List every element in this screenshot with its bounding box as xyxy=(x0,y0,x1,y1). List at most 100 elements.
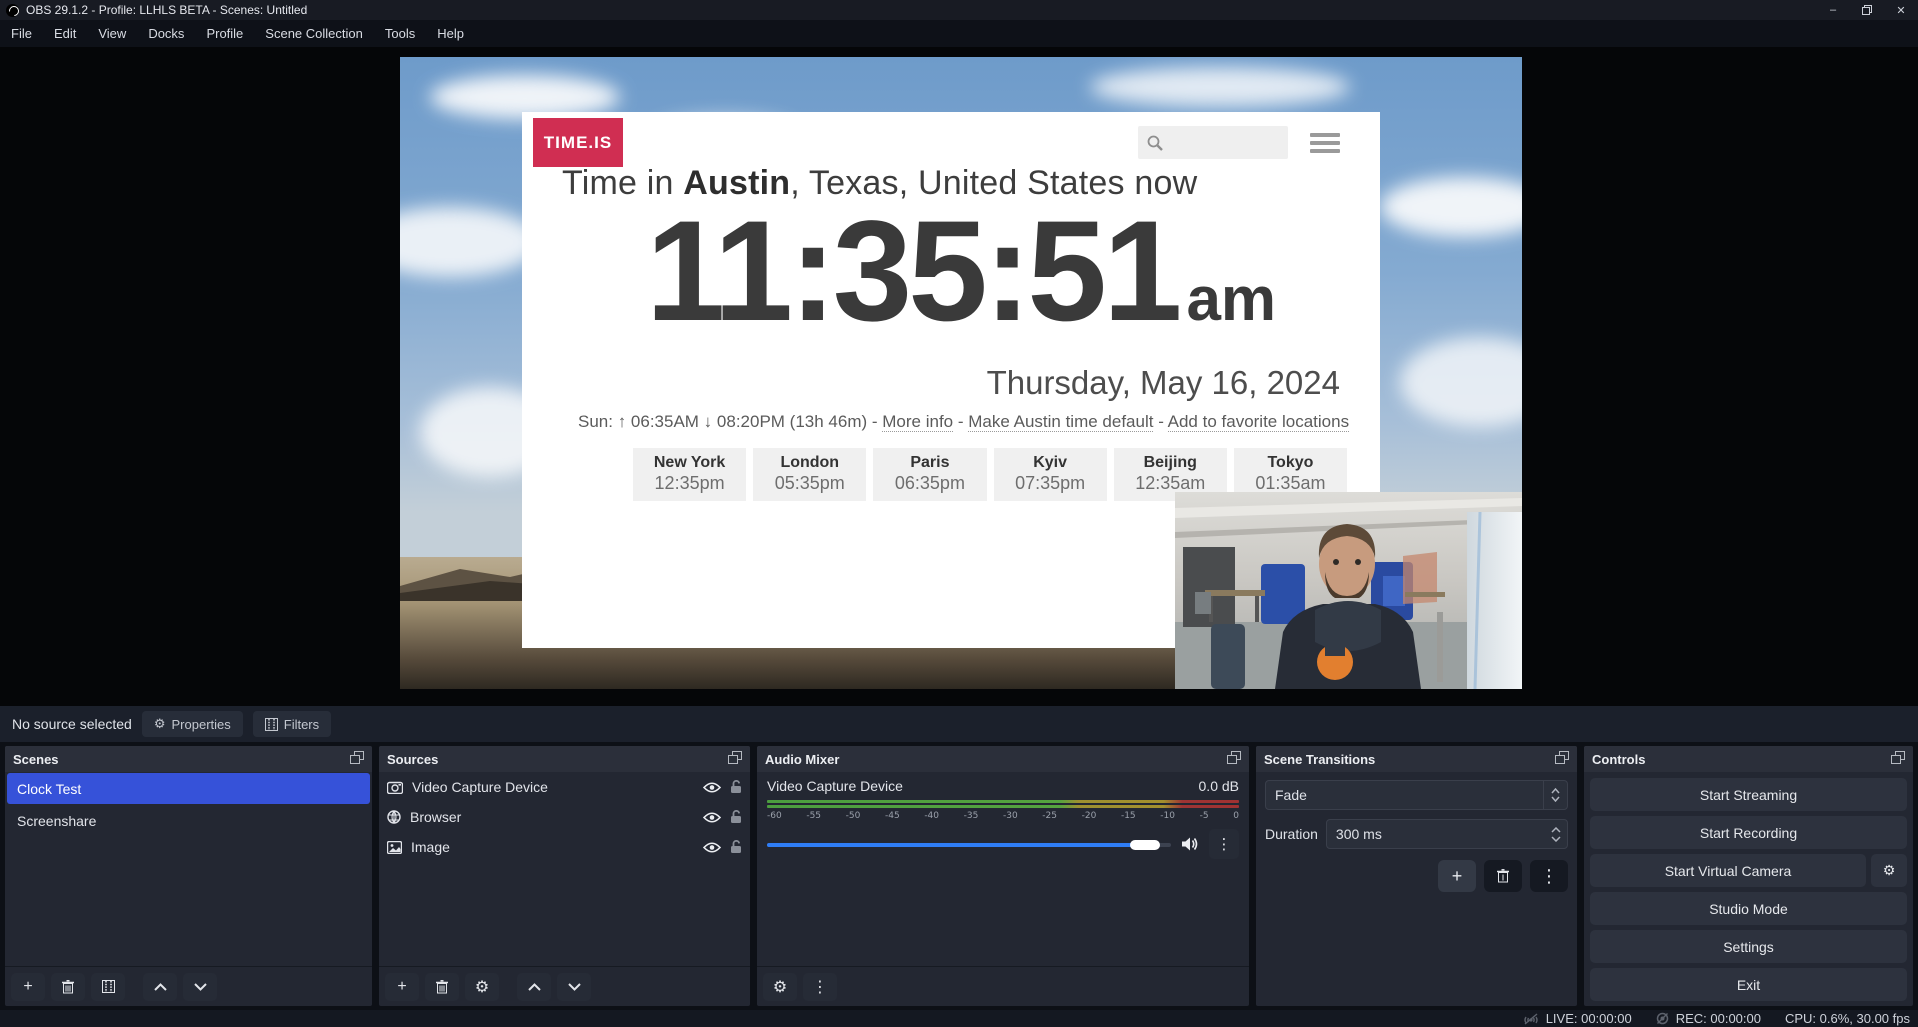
menu-docks[interactable]: Docks xyxy=(137,20,195,47)
visibility-eye-icon[interactable] xyxy=(703,842,721,853)
remove-source-button[interactable] xyxy=(425,973,459,1001)
popout-icon[interactable] xyxy=(350,751,364,767)
mixer-options-button[interactable]: ⋮ xyxy=(803,973,837,1001)
properties-button[interactable]: ⚙ Properties xyxy=(142,711,243,737)
speaker-icon[interactable] xyxy=(1181,836,1199,852)
scenes-panel: Scenes Clock Test Screenshare + xyxy=(5,746,372,1006)
popout-icon[interactable] xyxy=(1555,751,1569,767)
obs-window: OBS 29.1.2 - Profile: LLHLS BETA - Scene… xyxy=(0,0,1918,1027)
chevron-up-icon xyxy=(1551,788,1560,794)
sources-title: Sources xyxy=(387,752,438,767)
gear-icon: ⚙ xyxy=(1883,862,1896,879)
move-source-up-button[interactable] xyxy=(517,973,551,1001)
scene-item-screenshare[interactable]: Screenshare xyxy=(7,805,370,836)
start-recording-button[interactable]: Start Recording xyxy=(1590,816,1907,849)
add-scene-button[interactable]: + xyxy=(11,973,45,1001)
transition-select[interactable]: Fade xyxy=(1265,780,1568,810)
chevron-up-icon xyxy=(528,983,541,991)
lock-open-icon[interactable] xyxy=(730,840,742,854)
studio-mode-button[interactable]: Studio Mode xyxy=(1590,892,1907,925)
chevron-down-icon xyxy=(1551,796,1560,802)
scene-filters-button[interactable] xyxy=(91,973,125,1001)
close-button[interactable]: ✕ xyxy=(1884,0,1918,20)
volume-slider[interactable] xyxy=(767,833,1171,855)
menu-tools[interactable]: Tools xyxy=(374,20,426,47)
menu-edit[interactable]: Edit xyxy=(43,20,87,47)
virtual-camera-config-button[interactable]: ⚙ xyxy=(1871,854,1907,887)
popout-icon[interactable] xyxy=(1891,751,1905,767)
source-item-browser[interactable]: Browser xyxy=(379,802,750,832)
stream-inactive-icon xyxy=(1523,1013,1539,1025)
current-date: Thursday, May 16, 2024 xyxy=(987,364,1340,402)
webcam-overlay[interactable] xyxy=(1175,492,1522,689)
source-item-image[interactable]: Image xyxy=(379,832,750,862)
sources-toolbar: + ⚙ xyxy=(379,966,750,1006)
visibility-eye-icon[interactable] xyxy=(703,812,721,823)
city-kyiv[interactable]: Kyiv07:35pm xyxy=(994,448,1107,501)
filter-icon xyxy=(265,718,278,731)
move-source-down-button[interactable] xyxy=(557,973,591,1001)
rec-time: REC: 00:00:00 xyxy=(1676,1011,1761,1026)
filter-icon xyxy=(102,980,115,993)
lock-open-icon[interactable] xyxy=(730,780,742,794)
start-virtual-camera-button[interactable]: Start Virtual Camera xyxy=(1590,854,1866,887)
lock-open-icon[interactable] xyxy=(730,810,742,824)
channel-options-button[interactable]: ⋮ xyxy=(1209,829,1239,859)
cloud xyxy=(1090,67,1350,107)
cloud xyxy=(400,207,540,277)
menu-profile[interactable]: Profile xyxy=(195,20,254,47)
duration-spinbox[interactable]: 300 ms xyxy=(1326,819,1568,849)
search-icon xyxy=(1146,134,1164,152)
chevron-down-icon xyxy=(568,983,581,991)
mixer-toolbar: ⚙ ⋮ xyxy=(757,966,1249,1006)
webcam-video xyxy=(1175,492,1522,689)
minimize-button[interactable]: – xyxy=(1816,0,1850,20)
start-streaming-button[interactable]: Start Streaming xyxy=(1590,778,1907,811)
filters-button[interactable]: Filters xyxy=(253,711,331,737)
city-paris[interactable]: Paris06:35pm xyxy=(873,448,986,501)
trash-icon xyxy=(62,980,74,994)
add-favorite-link[interactable]: Add to favorite locations xyxy=(1168,412,1349,432)
preview-canvas[interactable]: TIME.IS Time in Austin, Texas, United St… xyxy=(0,47,1918,706)
chevron-up-icon[interactable] xyxy=(1551,827,1561,833)
menu-file[interactable]: File xyxy=(0,20,43,47)
move-scene-down-button[interactable] xyxy=(183,973,217,1001)
add-source-button[interactable]: + xyxy=(385,973,419,1001)
remove-scene-button[interactable] xyxy=(51,973,85,1001)
more-info-link[interactable]: More info xyxy=(882,412,953,432)
scene-preview[interactable]: TIME.IS Time in Austin, Texas, United St… xyxy=(400,57,1522,689)
move-scene-up-button[interactable] xyxy=(143,973,177,1001)
menu-scene-collection[interactable]: Scene Collection xyxy=(254,20,374,47)
source-properties-button[interactable]: ⚙ xyxy=(465,973,499,1001)
scenes-title: Scenes xyxy=(13,752,59,767)
window-title: OBS 29.1.2 - Profile: LLHLS BETA - Scene… xyxy=(26,3,307,17)
city-newyork[interactable]: New York12:35pm xyxy=(633,448,746,501)
dock-area: Scenes Clock Test Screenshare + xyxy=(0,742,1918,1010)
visibility-eye-icon[interactable] xyxy=(703,782,721,793)
transition-options-button[interactable]: ⋮ xyxy=(1530,860,1568,892)
volume-slider-handle[interactable] xyxy=(1130,840,1160,850)
menu-help[interactable]: Help xyxy=(426,20,475,47)
chevron-down-icon[interactable] xyxy=(1551,836,1561,842)
menu-view[interactable]: View xyxy=(87,20,137,47)
exit-button[interactable]: Exit xyxy=(1590,968,1907,1001)
add-transition-button[interactable]: + xyxy=(1438,860,1476,892)
controls-panel: Controls Start Streaming Start Recording… xyxy=(1584,746,1913,1006)
make-default-link[interactable]: Make Austin time default xyxy=(968,412,1153,432)
popout-icon[interactable] xyxy=(1227,751,1241,767)
remove-transition-button[interactable] xyxy=(1484,860,1522,892)
scene-item-clock-test[interactable]: Clock Test xyxy=(7,773,370,804)
digital-clock: 11:35:51am xyxy=(566,190,1356,354)
city-london[interactable]: London05:35pm xyxy=(753,448,866,501)
record-inactive-icon xyxy=(1656,1012,1669,1025)
duration-label: Duration xyxy=(1265,826,1318,842)
timeis-search-input[interactable] xyxy=(1138,126,1288,159)
timeis-logo[interactable]: TIME.IS xyxy=(533,118,623,167)
hamburger-menu-icon[interactable] xyxy=(1310,133,1340,153)
popout-icon[interactable] xyxy=(728,751,742,767)
settings-button[interactable]: Settings xyxy=(1590,930,1907,963)
globe-icon xyxy=(387,810,401,824)
source-item-video-capture[interactable]: Video Capture Device xyxy=(379,772,750,802)
advanced-audio-button[interactable]: ⚙ xyxy=(763,973,797,1001)
restore-button[interactable] xyxy=(1850,0,1884,20)
